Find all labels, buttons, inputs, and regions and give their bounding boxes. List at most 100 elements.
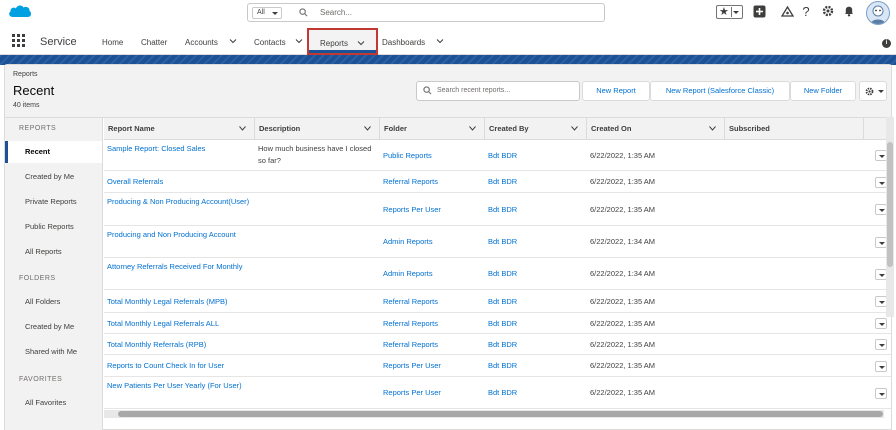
created-by-link[interactable]: Bdt BDR xyxy=(485,150,587,162)
row-actions-button[interactable] xyxy=(875,318,887,329)
created-by-link[interactable]: Bdt BDR xyxy=(485,268,587,280)
created-by-link[interactable]: Bdt BDR xyxy=(485,318,587,330)
created-by-link[interactable]: Bdt BDR xyxy=(485,339,587,351)
created-by-link[interactable]: Bdt BDR xyxy=(485,176,587,188)
report-name-link[interactable]: Attorney Referrals Received For Monthly xyxy=(104,261,255,273)
list-settings-button[interactable] xyxy=(859,81,887,101)
sidebar-item-all-reports[interactable]: All Reports xyxy=(5,241,102,263)
report-name-link[interactable]: New Patients Per User Yearly (For User) xyxy=(104,380,255,392)
global-actions-icon[interactable] xyxy=(752,5,766,19)
trailhead-icon[interactable] xyxy=(780,5,794,19)
column-label: Created On xyxy=(591,124,632,133)
nav-item-dashboards[interactable]: Dashboards xyxy=(382,38,425,47)
chevron-down-icon[interactable] xyxy=(436,37,444,45)
new-report-classic-button[interactable]: New Report (Salesforce Classic) xyxy=(650,81,790,101)
column-label: Report Name xyxy=(108,124,155,133)
report-name-link[interactable]: Total Monthly Legal Referrals ALL xyxy=(104,318,255,330)
created-by-link[interactable]: Bdt BDR xyxy=(485,204,587,216)
breadcrumb[interactable]: Reports xyxy=(13,71,38,78)
folder-link[interactable]: Referral Reports xyxy=(380,339,485,351)
chevron-down-icon xyxy=(879,365,885,369)
sidebar-item-all-folders[interactable]: All Folders xyxy=(5,291,102,313)
recent-reports-search-input[interactable]: Search recent reports... xyxy=(416,81,580,101)
row-actions-button[interactable] xyxy=(875,339,887,350)
sidebar-item-recent[interactable]: Recent xyxy=(5,141,102,163)
sidebar-item-all-favorites[interactable]: All Favorites xyxy=(5,392,102,414)
folder-link[interactable]: Admin Reports xyxy=(380,268,485,280)
report-name-link[interactable]: Reports to Count Check In for User xyxy=(104,360,255,372)
bell-icon[interactable] xyxy=(842,5,856,19)
created-by-link[interactable]: Bdt BDR xyxy=(485,360,587,372)
vertical-scrollbar-thumb[interactable] xyxy=(887,142,893,267)
chevron-down-icon[interactable] xyxy=(469,126,476,131)
info-icon[interactable]: i xyxy=(882,39,891,48)
chevron-down-icon xyxy=(272,12,278,15)
star-icon: ★ xyxy=(719,6,729,18)
new-folder-button[interactable]: New Folder xyxy=(790,81,856,101)
help-icon[interactable]: ? xyxy=(799,5,813,19)
gear-icon[interactable] xyxy=(821,5,835,19)
horizontal-scrollbar-thumb[interactable] xyxy=(118,411,883,417)
table-row: Total Monthly Legal Referrals (MPB) Refer… xyxy=(104,290,891,313)
report-name-link[interactable]: Total Monthly Legal Referrals (MPB) xyxy=(104,296,255,308)
column-header-created-by[interactable]: Created By xyxy=(485,118,587,140)
row-actions-button[interactable] xyxy=(875,387,887,399)
column-header-subscribed[interactable]: Subscribed xyxy=(725,118,864,140)
column-header-report-name[interactable]: Report Name xyxy=(104,118,255,140)
report-name-link[interactable]: Sample Report: Closed Sales xyxy=(104,143,255,155)
nav-item-accounts[interactable]: Accounts xyxy=(185,38,218,47)
report-name-link[interactable]: Producing & Non Producing Account(User) xyxy=(104,196,255,208)
folder-link[interactable]: Reports Per User xyxy=(380,387,485,399)
created-by-link[interactable]: Bdt BDR xyxy=(485,296,587,308)
report-name-link[interactable]: Producing and Non Producing Account xyxy=(104,229,255,241)
chevron-down-icon[interactable] xyxy=(239,126,246,131)
created-on: 6/22/2022, 1:35 AM xyxy=(590,318,656,328)
app-launcher-icon[interactable] xyxy=(12,34,26,48)
item-count: 40 items xyxy=(13,102,40,109)
sidebar-item-private-reports[interactable]: Private Reports xyxy=(5,191,102,213)
salesforce-logo-icon[interactable] xyxy=(8,3,32,21)
chevron-down-icon[interactable] xyxy=(571,126,578,131)
created-by-link[interactable]: Bdt BDR xyxy=(485,236,587,248)
created-by-link[interactable]: Bdt BDR xyxy=(485,387,587,399)
report-name-link[interactable]: Overall Referrals xyxy=(104,176,255,188)
folder-link[interactable]: Admin Reports xyxy=(380,236,485,248)
search-scope-select[interactable]: All xyxy=(252,7,282,19)
nav-item-contacts[interactable]: Contacts xyxy=(254,38,286,47)
folder-link[interactable]: Referral Reports xyxy=(380,296,485,308)
nav-item-chatter[interactable]: Chatter xyxy=(141,38,167,47)
chevron-down-icon[interactable] xyxy=(709,126,716,131)
user-avatar[interactable] xyxy=(866,1,890,25)
report-name-link[interactable]: Total Monthly Referrals (RPB) xyxy=(104,339,255,351)
row-actions-button[interactable] xyxy=(875,360,887,372)
column-label: Description xyxy=(259,124,301,133)
column-header-created-on[interactable]: Created On xyxy=(587,118,725,140)
folder-link[interactable]: Reports Per User xyxy=(380,360,485,372)
chevron-down-icon[interactable] xyxy=(364,126,371,131)
column-header-description[interactable]: Description xyxy=(255,118,380,140)
folder-link[interactable]: Reports Per User xyxy=(380,204,485,216)
column-header-folder[interactable]: Folder xyxy=(380,118,485,140)
folder-link[interactable]: Public Reports xyxy=(380,150,485,162)
sidebar-item-folders-created-by-me[interactable]: Created by Me xyxy=(5,316,102,338)
chevron-down-icon[interactable] xyxy=(295,37,303,45)
folder-link[interactable]: Referral Reports xyxy=(380,318,485,330)
sidebar-item-created-by-me[interactable]: Created by Me xyxy=(5,166,102,188)
nav-item-reports[interactable]: Reports xyxy=(307,28,378,55)
sidebar-item-public-reports[interactable]: Public Reports xyxy=(5,216,102,238)
global-header: All Search... ★ ? xyxy=(0,0,896,28)
nav-item-home[interactable]: Home xyxy=(102,38,123,47)
created-on: 6/22/2022, 1:34 AM xyxy=(590,269,656,278)
table-row: Producing & Non Producing Account(User) R… xyxy=(104,193,891,226)
chevron-down-icon[interactable] xyxy=(229,37,237,45)
global-search[interactable]: All Search... xyxy=(247,3,605,22)
chevron-down-icon[interactable] xyxy=(357,39,365,47)
sidebar-item-shared-with-me[interactable]: Shared with Me xyxy=(5,341,102,363)
chevron-down-icon xyxy=(879,241,885,245)
app-name: Service xyxy=(40,36,77,48)
chevron-down-icon xyxy=(879,392,885,396)
favorites-button[interactable]: ★ xyxy=(716,5,743,19)
new-report-button[interactable]: New Report xyxy=(582,81,650,101)
folder-link[interactable]: Referral Reports xyxy=(380,176,485,188)
chevron-down-icon xyxy=(879,181,885,185)
